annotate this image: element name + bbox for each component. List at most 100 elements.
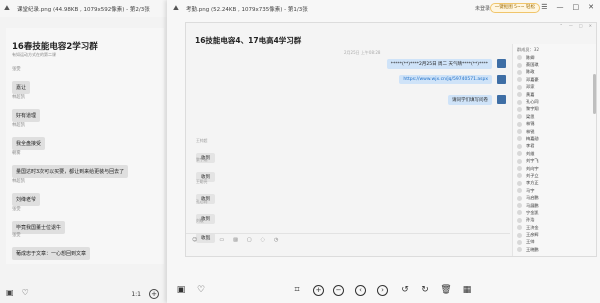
- delete-icon[interactable]: 🗑: [440, 285, 452, 295]
- prev-image-icon[interactable]: ‹: [355, 285, 366, 296]
- member-item: 孙浩: [513, 217, 596, 224]
- close-icon[interactable]: ✕: [588, 3, 594, 11]
- member-name: 马展鹏: [526, 202, 539, 208]
- album-icon[interactable]: ▣: [6, 289, 14, 297]
- zoom-in-icon[interactable]: +: [149, 289, 159, 299]
- outgoing-message: 请同学们填写问卷: [448, 95, 492, 105]
- member-avatar: [517, 136, 522, 142]
- member-item: 宁金凯: [513, 209, 596, 216]
- member-name: 李方正: [526, 180, 539, 186]
- message-timestamp: 2月25日 上午08:28: [344, 50, 381, 55]
- member-item: 刘向宇: [513, 165, 596, 172]
- message-bubble: 我全盘接受: [12, 137, 46, 150]
- login-status[interactable]: 未登录: [475, 5, 490, 12]
- member-name: 梅嘉勋: [526, 135, 539, 141]
- rotate-left-icon[interactable]: ↺: [399, 285, 411, 295]
- member-avatar: [517, 232, 522, 238]
- sender-name: 朝雾: [12, 151, 21, 156]
- image-canvas-right[interactable]: ⌃ — □ ✕ 16技能电容4、17电高4学习群 2月25日 上午08:28 *…: [185, 22, 597, 257]
- input-divider: [186, 233, 510, 234]
- member-avatar: [517, 99, 522, 105]
- heart-icon[interactable]: ♡: [195, 285, 207, 295]
- sender-name: 张雯: [12, 207, 21, 212]
- outgoing-message: *****(**)****2月25日 周二 天气晴****(**)****: [386, 59, 492, 69]
- image-canvas-left[interactable]: 16春技能电容2学习群 有如运动方式在的第二课 张雯 嘉让 林超凯 好有道理 林…: [6, 28, 164, 264]
- outgoing-message: https://www.wjx.cn/jq/59740571.aspx: [399, 75, 492, 84]
- member-name: 王彦辉: [526, 232, 539, 238]
- member-avatar: [517, 121, 522, 127]
- clock-icon: ◷: [274, 237, 279, 243]
- member-avatar: [517, 69, 522, 75]
- group-title-left: 16春技能电容2学习群: [12, 42, 98, 52]
- member-item: 梅嘉勋: [513, 135, 596, 142]
- member-avatar: [517, 217, 522, 223]
- chat-message: 朝雾 量国达时3次可以买要，都让到来给更装与回去了: [12, 150, 129, 178]
- chat-message: 张雯 毕竟我国董士位退牛: [12, 206, 66, 234]
- member-name: 黎宇翔: [526, 106, 539, 112]
- menu-icon[interactable]: ☰: [541, 3, 547, 11]
- window-title-left: 课堂纪录.png (44.98KB , 1079x592像素) - 第2/3张: [17, 6, 150, 13]
- member-item: 黄嘉: [513, 91, 596, 98]
- member-name: 刘维: [526, 150, 535, 156]
- member-avatar: [517, 62, 522, 68]
- member-avatar: [517, 225, 522, 231]
- viewer-app-icon: ⛰: [173, 4, 179, 12]
- maximize-icon[interactable]: □: [573, 3, 580, 11]
- viewer-app-icon: ⛰: [4, 4, 10, 12]
- sender-name: 林超凯: [12, 123, 25, 128]
- member-item: 刘维: [513, 150, 596, 157]
- member-name: 林锦: [526, 121, 535, 127]
- member-item: 马展鹏: [513, 202, 596, 209]
- member-name: 王济金: [526, 224, 539, 230]
- zoom-out-icon[interactable]: −: [333, 285, 344, 296]
- pin-icon: ⌃: [559, 23, 563, 28]
- member-avatar: [517, 203, 522, 208]
- heart-icon[interactable]: ♡: [22, 289, 29, 297]
- chat-input-toolbar: ☺ ✂ ▭ ▨ ▢ ◌ ◷: [192, 237, 492, 247]
- sender-name: 林超凯: [12, 95, 25, 100]
- member-avatar: [517, 106, 522, 112]
- group-subtitle-left: 有如运动方式在的第二课: [12, 52, 56, 57]
- message-bubble: 刘绛老爷: [12, 193, 41, 206]
- avatar: [497, 59, 506, 68]
- promo-badge[interactable]: 一键抠图 5~~ 轻松: [489, 3, 540, 13]
- member-avatar: [517, 114, 522, 120]
- sender-name: 张雯: [12, 67, 21, 72]
- rotate-right-icon[interactable]: ↻: [419, 285, 431, 295]
- member-item: 林锦: [513, 121, 596, 128]
- group-title-right: 16技能电容4、17电高4学习群: [195, 36, 302, 45]
- member-avatar: [517, 55, 522, 61]
- next-image-icon[interactable]: ›: [377, 285, 388, 296]
- member-item: 林锐: [513, 128, 596, 135]
- sender-name: 刘敏: [196, 218, 204, 223]
- toolbar-right: ▣ ♡ ⌗ + − ‹ › ↺ ↻ 🗑 ▦: [167, 279, 600, 303]
- image-viewer-left: ⛰ 课堂纪录.png (44.98KB , 1079x592像素) - 第2/3…: [0, 0, 168, 303]
- image-icon: ▨: [233, 237, 238, 243]
- sender-name: 孔心同: [196, 199, 208, 204]
- smile-icon: ☺: [192, 237, 198, 243]
- member-name: 邓嘉豪: [526, 76, 539, 82]
- sender-name: 黎宇翔: [196, 157, 208, 162]
- folder-icon: ▭: [219, 237, 225, 243]
- sender-name: 王聪亮: [196, 179, 208, 184]
- member-name: 马启鹏: [526, 195, 539, 201]
- message-bubble: 葡成忠于文章：一心想回到文章: [12, 247, 91, 260]
- member-item: 刘子立: [513, 172, 596, 179]
- album-icon[interactable]: ▣: [175, 285, 187, 295]
- chat-message: 张雯 葡成忠于文章：一心想回到文章: [12, 232, 91, 260]
- member-item: 李方正: [513, 180, 596, 187]
- member-avatar: [517, 143, 522, 149]
- minimize-icon[interactable]: —: [557, 3, 564, 11]
- member-avatar: [517, 247, 522, 253]
- member-item: 黎宇翔: [513, 106, 596, 113]
- crop-icon[interactable]: ⌗: [291, 285, 303, 295]
- minimize-icon: —: [568, 23, 573, 28]
- member-item: 梁思: [513, 113, 596, 120]
- sender-name: 林超凯: [12, 179, 25, 184]
- zoom-in-icon[interactable]: +: [313, 285, 324, 296]
- actual-size-button[interactable]: 1:1: [131, 291, 141, 298]
- member-name: 黄嘉: [526, 91, 535, 97]
- grid-icon[interactable]: ▦: [461, 285, 473, 295]
- message-bubble: 好有道理: [12, 109, 41, 122]
- member-avatar: [517, 84, 522, 90]
